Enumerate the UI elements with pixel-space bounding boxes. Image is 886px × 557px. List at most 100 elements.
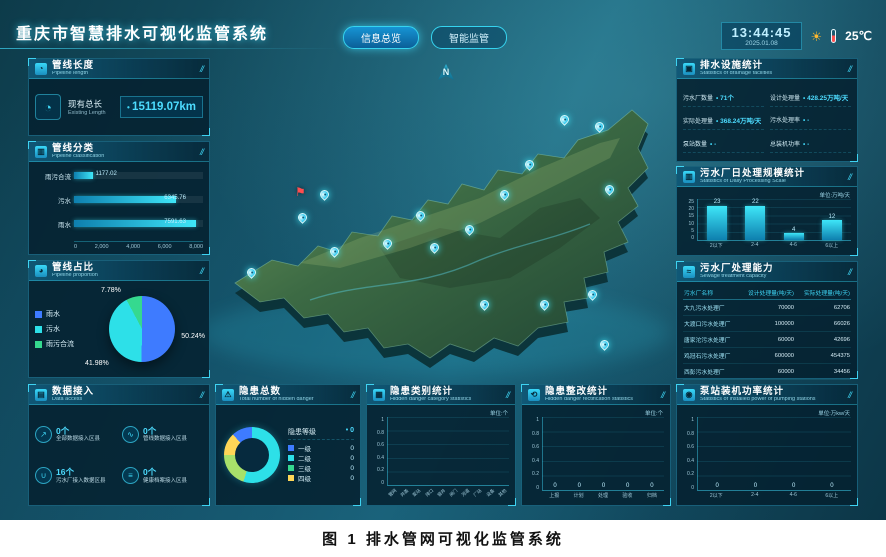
access-item: ∿0个管线数据接入区县 (122, 426, 203, 443)
access-label: 全部数据接入区县 (56, 436, 100, 443)
pipeline-proportion-chart: 雨水污水雨污合流 50.24%41.98%7.78% (35, 285, 203, 373)
category-icon: ▦ (373, 389, 385, 401)
bar-value: 22 (752, 199, 759, 206)
chart-area: 10.80.60.40.20 (373, 417, 509, 486)
bar-column: 22 (736, 199, 774, 240)
bar-column: 0 (567, 417, 591, 490)
y-tick: 15 (683, 213, 694, 219)
y-tick: 0.4 (683, 458, 694, 464)
panel-header: ≈ 污水厂处理能力Sewage treatment capacity // (677, 262, 857, 282)
y-tick: 0.2 (683, 471, 694, 477)
decorative-slashes: // (848, 64, 851, 74)
flag-marker-icon[interactable]: ⚑ (295, 185, 306, 199)
danger-level-items: 一级0二级0三级0四级0 (288, 443, 354, 483)
panel-drainage-facilities: ▣ 排水设施统计Statistics of drainage facilitie… (676, 58, 858, 162)
x-axis-labels: 管网井盖泵站排口窨井闸门河道厂站设备其他 (373, 486, 509, 501)
bar (822, 220, 842, 240)
stat-label: 污水厂数量 (683, 93, 713, 102)
panel-header: ◉ 泵站装机功率统计Statistics of installed power … (677, 385, 857, 405)
bar-column (485, 417, 497, 485)
decorative-slashes: // (351, 390, 354, 400)
table-cell: 鸡冠石污水处理厂 (683, 348, 739, 364)
y-tick: 0.2 (528, 471, 539, 477)
bar-value: 0 (830, 483, 833, 490)
unit-label: 单位:个 (490, 409, 508, 417)
tab-info-overview[interactable]: 信息总览 (343, 26, 419, 49)
table-row: 大渡口污水处理厂10000066026 (683, 316, 851, 332)
x-tick-label: 2-4 (736, 241, 775, 251)
time-value: 13:44:45 (731, 25, 791, 40)
panel-header: ◕ 管线占比Pipeline proportion // (29, 261, 209, 281)
bar (707, 206, 727, 240)
capacity-icon: ≈ (683, 266, 695, 278)
x-tick-label: 6以上 (813, 241, 852, 251)
panel-pump-power: ◉ 泵站装机功率统计Statistics of installed power … (676, 384, 858, 506)
access-text: 16个污水厂接入数据区县 (56, 467, 106, 484)
bar-category-label: 雨污合流 (35, 171, 71, 181)
data-access-grid: ↗0个全部数据接入区县∿0个管线数据接入区县∪16个污水厂接入数据区县≡0个健康… (35, 409, 203, 501)
panel-subtitle: Sewage treatment capacity (700, 274, 774, 280)
panel-title: 隐患类别统计 (390, 387, 471, 397)
stat-value: 71个 (716, 92, 734, 102)
bar-column (400, 417, 412, 485)
x-tick-label: 2-4 (736, 491, 775, 501)
bar-value: 23 (714, 199, 721, 206)
sun-icon: ☀ (811, 30, 823, 43)
legend-swatch (288, 445, 294, 451)
panel-subtitle: Statistics of drainage facilities (700, 71, 772, 77)
panel-subtitle: Statistics of Daily Processing Scale (700, 179, 805, 185)
panel-pipeline-proportion: ◕ 管线占比Pipeline proportion // 雨水污水雨污合流 50… (28, 260, 210, 378)
panel-title: 管线长度 (52, 61, 94, 71)
access-value: 0个 (143, 467, 187, 477)
bar-fill (74, 196, 176, 203)
tab-smart-supervision[interactable]: 智能监管 (431, 26, 507, 49)
bar-column (424, 417, 436, 485)
y-tick: 20 (683, 206, 694, 212)
access-value: 0个 (56, 426, 100, 436)
bar-row: 雨污合流 1177.02 (35, 169, 203, 182)
decorative-slashes: // (200, 390, 203, 400)
x-tick: 2,000 (95, 244, 109, 250)
chart-area: 25201510502322412 (683, 199, 851, 241)
decorative-slashes: // (848, 172, 851, 182)
bar-column (436, 417, 448, 485)
level-value: 0 (350, 475, 354, 482)
legend-swatch (288, 465, 294, 471)
temperature-value: 25℃ (845, 29, 872, 43)
y-tick: 0.8 (528, 431, 539, 437)
u-pipe-icon: ∪ (35, 467, 52, 484)
panel-subtitle: Data access (52, 397, 94, 403)
facilities-stats-grid: 污水厂数量71个设计处理量428.25万吨/天实际处理量368.24万吨/天污水… (683, 83, 851, 157)
access-item: ↗0个全部数据接入区县 (35, 426, 116, 443)
bar-value: 0 (650, 483, 653, 490)
panel-pipeline-classification: ▥ 管线分类Pipeline classification // 雨污合流117… (28, 141, 210, 255)
header: 重庆市智慧排水可视化监管系统 信息总览 智能监管 13:44:45 2025.0… (0, 0, 886, 52)
facility-stat: 实际处理量368.24万吨/天 (683, 111, 764, 130)
danger-rectification-chart: 10.80.60.40.2000000上报计划处理验收归档 (528, 417, 664, 501)
plot-area: 2322412 (697, 199, 851, 241)
bar-column: 0 (813, 417, 851, 490)
chart-area: 10.80.60.40.200000 (683, 417, 851, 491)
stat-value: - (803, 117, 809, 124)
bar-value: 1177.02 (96, 171, 117, 177)
bar-column (388, 417, 400, 485)
panel-title: 管线分类 (52, 144, 104, 154)
column-header: 设计处理量(吨/天) (739, 286, 795, 300)
access-item: ∪16个污水厂接入数据区县 (35, 467, 116, 484)
y-tick: 0.4 (528, 458, 539, 464)
panel-title: 隐患总数 (239, 387, 314, 397)
bar-value: 0 (715, 483, 718, 490)
unit-label: 单位:万kw/天 (818, 409, 850, 417)
x-tick-label: 4-6 (774, 491, 813, 501)
hidden-danger-legend: 隐患等级 0 一级0二级0三级0四级0 (288, 427, 354, 483)
date-value: 2025.01.08 (731, 40, 791, 47)
decorative-slashes: // (848, 267, 851, 277)
column-header: 污水厂名称 (683, 286, 739, 300)
bar-track: 6345.76 (74, 196, 203, 203)
bar (745, 206, 765, 240)
map-3d-terrain[interactable]: N ⚑ (180, 48, 700, 393)
stat-label: 实际处理量 (683, 116, 713, 125)
x-tick-label: 2以下 (697, 241, 736, 251)
legend-title: 隐患等级 (288, 427, 316, 437)
bar-track: 1177.02 (74, 172, 203, 179)
